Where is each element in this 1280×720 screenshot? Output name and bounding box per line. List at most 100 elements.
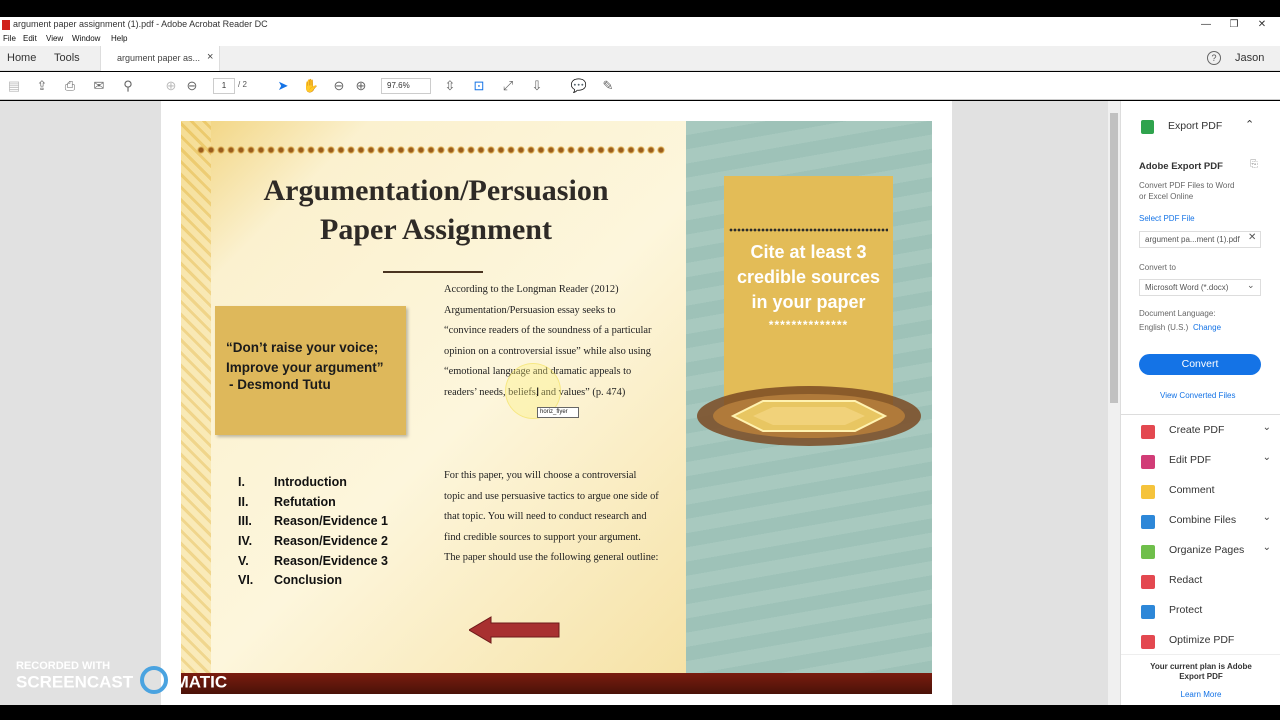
- banner-line-2: credible sources: [736, 267, 881, 287]
- dropdown-chevron-icon[interactable]: ⌄: [1247, 280, 1255, 291]
- export-pdf-icon: [1141, 120, 1154, 134]
- outline-label: Reason/Evidence 2: [274, 534, 388, 549]
- convert-button[interactable]: Convert: [1139, 354, 1261, 375]
- page-total: / 2: [238, 80, 247, 89]
- quote-box: “Don’t raise your voice; Improve your ar…: [215, 306, 406, 435]
- sign-tool-icon[interactable]: ✎: [599, 77, 617, 95]
- adobe-export-heading: Adobe Export PDF: [1139, 161, 1223, 172]
- close-tab-icon[interactable]: ×: [207, 51, 213, 63]
- menu-file[interactable]: File: [3, 34, 16, 43]
- tool-label: Optimize PDF: [1169, 634, 1235, 646]
- fit-width-icon[interactable]: ⊡: [470, 77, 488, 95]
- maximize-button[interactable]: ❐: [1219, 17, 1249, 33]
- print-icon[interactable]: ⎙: [61, 77, 79, 95]
- export-pdf-title[interactable]: Export PDF: [1168, 120, 1222, 132]
- search-icon[interactable]: ⚲: [119, 77, 137, 95]
- export-info-icon[interactable]: ⎘: [1250, 159, 1258, 170]
- user-name[interactable]: Jason: [1235, 52, 1264, 64]
- expand-chevron-icon[interactable]: ⌄: [1263, 512, 1271, 523]
- view-converted-files-link[interactable]: View Converted Files: [1160, 391, 1235, 400]
- document-viewport[interactable]: Argumentation/Persuasion Paper Assignmen…: [0, 101, 1108, 705]
- change-language-link[interactable]: Change: [1193, 323, 1221, 332]
- expand-chevron-icon[interactable]: ⌄: [1263, 422, 1271, 433]
- tab-bar: Home Tools argument paper as... × ? Jaso…: [0, 46, 1280, 71]
- menu-bar: File Edit View Window Help: [0, 33, 1280, 46]
- tool-label: Redact: [1169, 574, 1203, 586]
- flyer-title: Argumentation/Persuasion Paper Assignmen…: [221, 171, 651, 249]
- learn-more-link[interactable]: Learn More: [1121, 690, 1280, 699]
- help-icon[interactable]: ?: [1207, 51, 1221, 65]
- tool-comment[interactable]: Comment: [1141, 478, 1271, 506]
- save-icon[interactable]: ▤: [5, 77, 23, 95]
- outline-number: IV.: [238, 534, 253, 549]
- outline-label: Refutation: [274, 494, 336, 509]
- tool-edit-pdf[interactable]: Edit PDF ⌄: [1141, 448, 1271, 476]
- expand-chevron-icon[interactable]: ⌄: [1263, 542, 1271, 553]
- upload-icon[interactable]: ⇪: [33, 77, 51, 95]
- menu-window[interactable]: Window: [72, 34, 100, 43]
- tool-optimize-pdf[interactable]: Optimize PDF: [1141, 628, 1271, 656]
- quote-line-1: “Don’t raise your voice;: [226, 340, 379, 355]
- combine-files-icon: [1141, 515, 1155, 529]
- menu-edit[interactable]: Edit: [23, 34, 37, 43]
- watermark-brand-left: SCREENCAST: [16, 672, 134, 692]
- page-number-input[interactable]: 1: [213, 78, 235, 94]
- instructions-paragraph: For this paper, you will choose a contro…: [444, 470, 659, 564]
- select-tool-icon[interactable]: ➤: [274, 77, 292, 95]
- document-language-label: Document Language:: [1139, 309, 1216, 318]
- tool-organize-pages[interactable]: Organize Pages ⌄: [1141, 538, 1271, 566]
- selected-file-field[interactable]: argument pa...ment (1).pdf: [1139, 231, 1261, 248]
- full-screen-icon[interactable]: ⤢: [499, 77, 517, 95]
- create-pdf-icon: [1141, 425, 1155, 439]
- plan-footer: Your current plan is Adobe Export PDF Le…: [1121, 654, 1280, 705]
- panel-divider: [1121, 414, 1280, 415]
- tool-create-pdf[interactable]: Create PDF ⌄: [1141, 418, 1271, 446]
- plan-line-2: Export PDF: [1179, 672, 1223, 681]
- tab-tools[interactable]: Tools: [54, 52, 80, 64]
- scroll-mode-icon[interactable]: ⇩: [528, 77, 546, 95]
- tab-home[interactable]: Home: [7, 52, 36, 64]
- convert-description-2: or Excel Online: [1139, 192, 1194, 201]
- tool-protect[interactable]: Protect: [1141, 598, 1271, 626]
- tab-document-label: argument paper as...: [117, 53, 201, 63]
- prev-page-icon[interactable]: ⊕: [162, 77, 180, 95]
- menu-help[interactable]: Help: [111, 34, 127, 43]
- convert-to-select[interactable]: Microsoft Word (*.docx): [1139, 279, 1261, 296]
- plan-line-1: Your current plan is Adobe: [1150, 662, 1252, 671]
- text-cursor-icon: I: [536, 385, 540, 399]
- next-page-icon[interactable]: ⊖: [183, 77, 201, 95]
- tool-redact[interactable]: Redact: [1141, 568, 1271, 596]
- tab-document[interactable]: argument paper as... ×: [100, 46, 220, 71]
- convert-to-label: Convert to: [1139, 263, 1176, 272]
- clear-file-icon[interactable]: ✕: [1248, 232, 1256, 243]
- optimize-pdf-icon: [1141, 635, 1155, 649]
- menu-view[interactable]: View: [46, 34, 63, 43]
- hand-tool-icon[interactable]: ✋: [302, 77, 320, 95]
- outline-label: Reason/Evidence 1: [274, 514, 388, 529]
- acrobat-app-icon: [2, 20, 10, 30]
- outline-number: II.: [238, 494, 249, 509]
- minimize-button[interactable]: —: [1191, 17, 1221, 33]
- watermark-line-1: RECORDED WITH: [16, 660, 111, 672]
- convert-description-1: Convert PDF Files to Word: [1139, 181, 1235, 190]
- protect-icon: [1141, 605, 1155, 619]
- zoom-select[interactable]: 97.6%: [381, 78, 431, 94]
- zoom-out-icon[interactable]: ⊖: [330, 77, 348, 95]
- title-line-2: Paper Assignment: [320, 213, 552, 246]
- fit-page-icon[interactable]: ⇳: [441, 77, 459, 95]
- banner-text: Cite at least 3 credible sources in your…: [724, 240, 893, 315]
- collapse-chevron-icon[interactable]: ⌃: [1245, 118, 1254, 131]
- comment-tool-icon[interactable]: 💬: [570, 77, 588, 95]
- vertical-scrollbar[interactable]: [1108, 101, 1120, 705]
- outline-label: Introduction: [274, 475, 347, 489]
- tool-combine-files[interactable]: Combine Files ⌄: [1141, 508, 1271, 536]
- tool-label: Protect: [1169, 604, 1203, 616]
- quote-text: “Don’t raise your voice; Improve your ar…: [226, 338, 384, 377]
- zoom-in-icon[interactable]: ⊕: [352, 77, 370, 95]
- outline-number: I.: [238, 475, 245, 489]
- scrollbar-thumb[interactable]: [1110, 113, 1118, 403]
- expand-chevron-icon[interactable]: ⌄: [1263, 452, 1271, 463]
- edit-pdf-icon: [1141, 455, 1155, 469]
- close-window-button[interactable]: ✕: [1247, 17, 1277, 33]
- email-icon[interactable]: ✉: [90, 77, 108, 95]
